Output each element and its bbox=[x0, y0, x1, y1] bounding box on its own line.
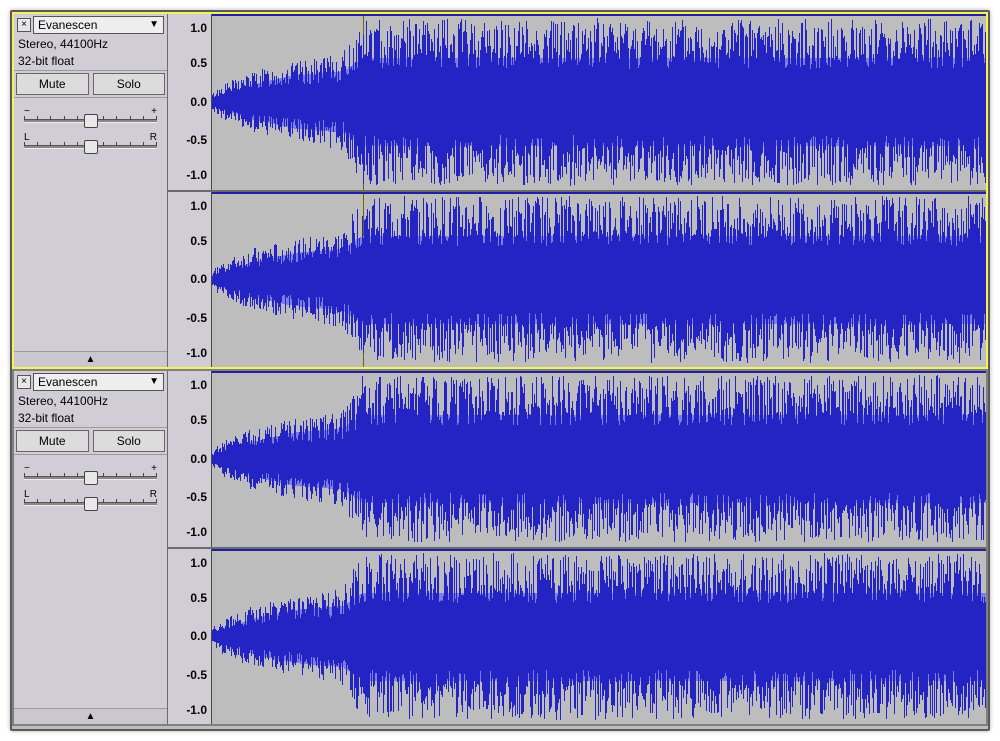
ruler-label: 0.0 bbox=[190, 272, 207, 286]
ruler-label: -0.5 bbox=[186, 311, 207, 325]
gain-slider-row: − + bbox=[14, 455, 167, 481]
track-control-panel: × Evanescen ▼ Stereo, 44100Hz 32-bit flo… bbox=[14, 371, 168, 724]
solo-button[interactable]: Solo bbox=[93, 430, 166, 452]
channel-left: 1.0 0.5 0.0 -0.5 -1.0 bbox=[168, 14, 986, 192]
track-1: × Evanescen ▼ Stereo, 44100Hz 32-bit flo… bbox=[12, 12, 988, 369]
ruler-label: 1.0 bbox=[190, 378, 207, 392]
track-format-line1: Stereo, 44100Hz bbox=[14, 36, 167, 53]
pan-slider-thumb[interactable] bbox=[84, 140, 98, 154]
dropdown-arrow-icon: ▼ bbox=[149, 17, 159, 33]
pan-slider-row: L R bbox=[14, 481, 167, 507]
collapse-track-button[interactable]: ▲ bbox=[14, 351, 167, 367]
mute-button[interactable]: Mute bbox=[16, 73, 89, 95]
track-name-label: Evanescen bbox=[38, 374, 97, 390]
track-name-dropdown[interactable]: Evanescen ▼ bbox=[33, 16, 164, 34]
waveform-canvas[interactable]: ↔ bbox=[212, 192, 986, 368]
close-track-button[interactable]: × bbox=[17, 18, 31, 32]
ruler-label: -1.0 bbox=[186, 168, 207, 182]
waveform-canvas[interactable] bbox=[212, 371, 986, 547]
pan-slider[interactable] bbox=[24, 502, 157, 506]
ruler-label: 0.5 bbox=[190, 56, 207, 70]
amplitude-ruler: 1.0 0.5 0.0 -0.5 -1.0 bbox=[168, 192, 212, 368]
solo-button[interactable]: Solo bbox=[93, 73, 166, 95]
gain-slider-row: − + bbox=[14, 98, 167, 124]
ruler-label: -0.5 bbox=[186, 490, 207, 504]
ruler-label: 1.0 bbox=[190, 199, 207, 213]
pan-slider-row: L R bbox=[14, 124, 167, 150]
track-2: × Evanescen ▼ Stereo, 44100Hz 32-bit flo… bbox=[12, 369, 988, 726]
ruler-label: -1.0 bbox=[186, 346, 207, 360]
pan-slider-thumb[interactable] bbox=[84, 497, 98, 511]
track-channels: 1.0 0.5 0.0 -0.5 -1.0 1.0 0.5 0.0 -0.5 -… bbox=[168, 371, 986, 724]
track-name-dropdown[interactable]: Evanescen ▼ bbox=[33, 373, 164, 391]
ruler-label: -0.5 bbox=[186, 668, 207, 682]
gain-slider[interactable] bbox=[24, 119, 157, 123]
track-format-line2: 32-bit float bbox=[14, 410, 167, 427]
ruler-label: -1.0 bbox=[186, 703, 207, 717]
waveform-canvas[interactable] bbox=[212, 14, 986, 190]
ruler-label: 0.0 bbox=[190, 452, 207, 466]
channel-right: 1.0 0.5 0.0 -0.5 -1.0 bbox=[168, 549, 986, 725]
ruler-label: 0.0 bbox=[190, 629, 207, 643]
track-format-line2: 32-bit float bbox=[14, 53, 167, 70]
track-control-panel: × Evanescen ▼ Stereo, 44100Hz 32-bit flo… bbox=[14, 14, 168, 367]
dropdown-arrow-icon: ▼ bbox=[149, 374, 159, 390]
amplitude-ruler: 1.0 0.5 0.0 -0.5 -1.0 bbox=[168, 371, 212, 547]
close-track-button[interactable]: × bbox=[17, 375, 31, 389]
ruler-label: 0.5 bbox=[190, 413, 207, 427]
amplitude-ruler: 1.0 0.5 0.0 -0.5 -1.0 bbox=[168, 549, 212, 725]
channel-left: 1.0 0.5 0.0 -0.5 -1.0 bbox=[168, 371, 986, 549]
channel-right: 1.0 0.5 0.0 -0.5 -1.0 ↔ bbox=[168, 192, 986, 368]
ruler-label: 1.0 bbox=[190, 21, 207, 35]
amplitude-ruler: 1.0 0.5 0.0 -0.5 -1.0 bbox=[168, 14, 212, 190]
mute-button[interactable]: Mute bbox=[16, 430, 89, 452]
ruler-label: 0.0 bbox=[190, 95, 207, 109]
ruler-label: 0.5 bbox=[190, 591, 207, 605]
track-channels: 1.0 0.5 0.0 -0.5 -1.0 1.0 0.5 0.0 -0.5 -… bbox=[168, 14, 986, 367]
collapse-track-button[interactable]: ▲ bbox=[14, 708, 167, 724]
pan-slider[interactable] bbox=[24, 145, 157, 149]
track-format-line1: Stereo, 44100Hz bbox=[14, 393, 167, 410]
ruler-label: 1.0 bbox=[190, 556, 207, 570]
ruler-label: -0.5 bbox=[186, 133, 207, 147]
track-name-label: Evanescen bbox=[38, 17, 97, 33]
waveform-canvas[interactable] bbox=[212, 549, 986, 725]
ruler-label: -1.0 bbox=[186, 525, 207, 539]
ruler-label: 0.5 bbox=[190, 234, 207, 248]
gain-slider[interactable] bbox=[24, 476, 157, 480]
